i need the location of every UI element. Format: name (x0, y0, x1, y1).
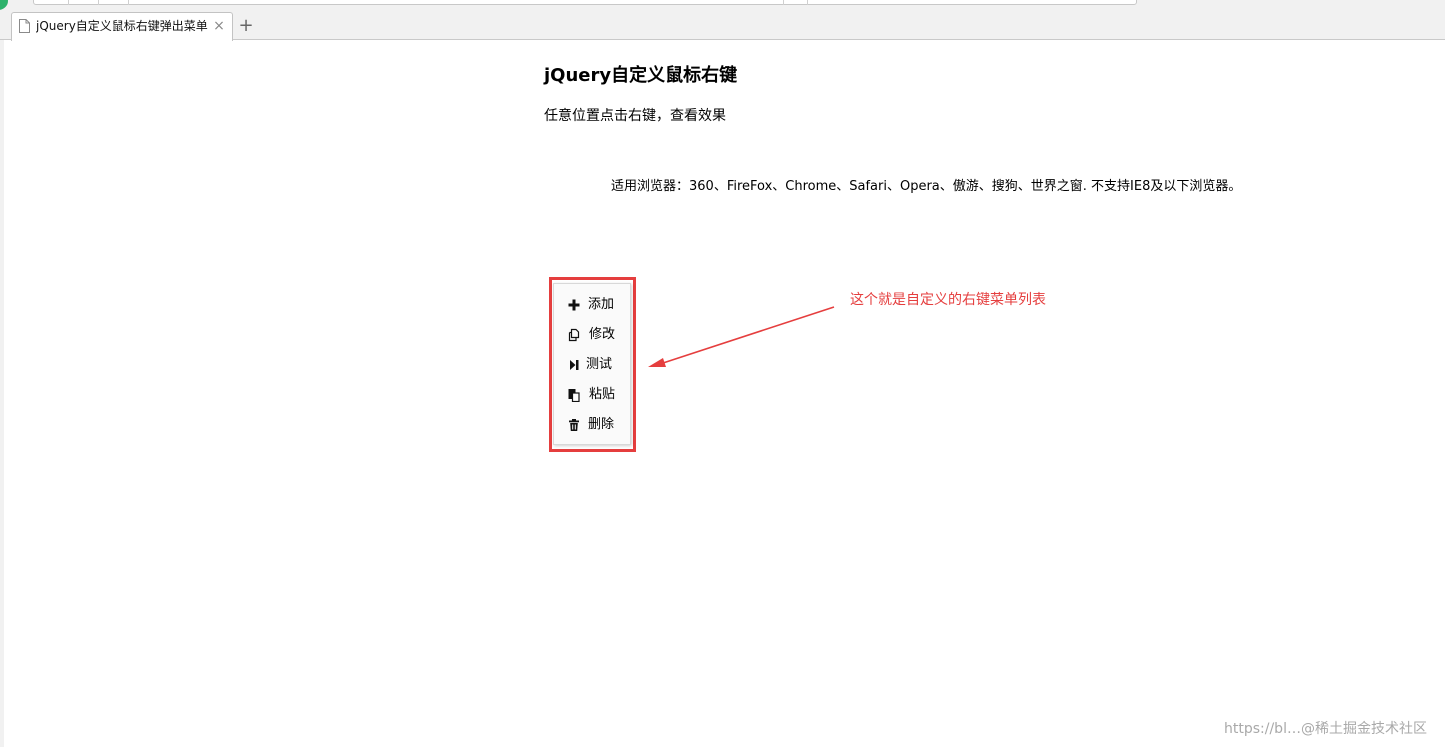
arrow-line (659, 306, 835, 365)
arrow-head (648, 358, 666, 367)
annotation-arrow (648, 306, 835, 367)
watermark: https://bl…@稀土掘金技术社区 (1224, 721, 1427, 737)
